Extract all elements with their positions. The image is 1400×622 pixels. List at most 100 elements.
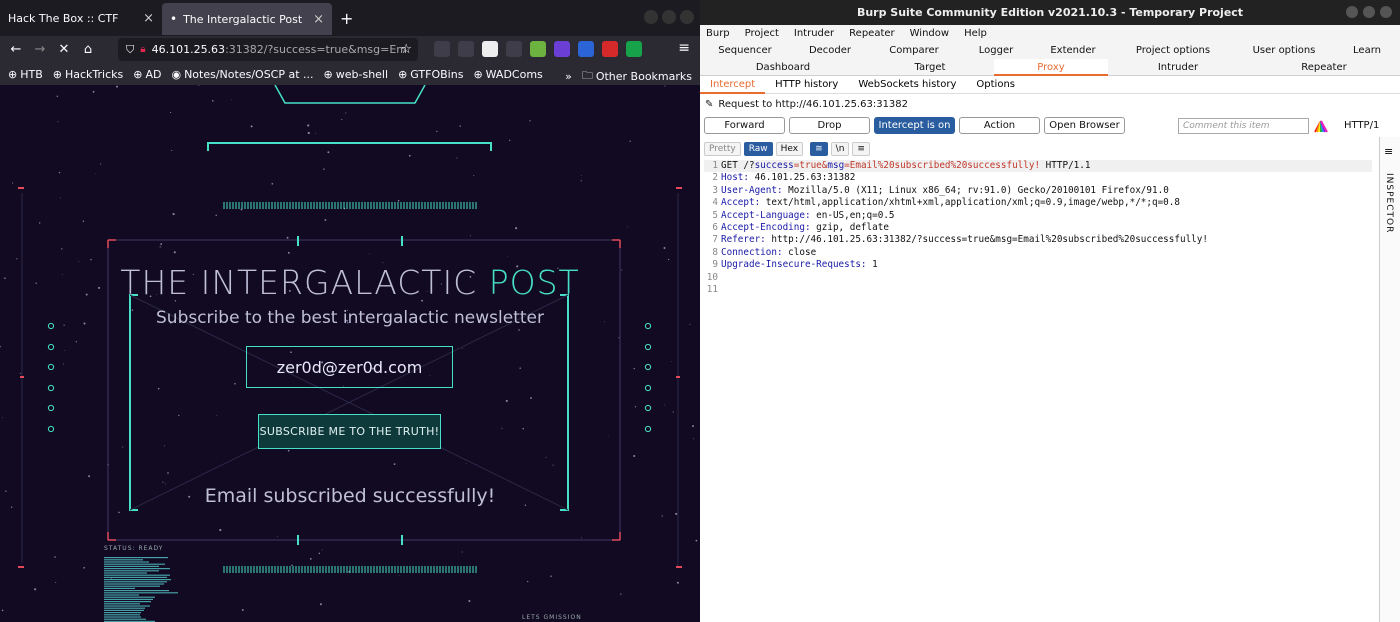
tab-repeater[interactable]: Repeater <box>1248 59 1400 76</box>
subscribe-button[interactable]: SUBSCRIBE ME TO THE TRUTH! <box>258 414 441 449</box>
close-tab-icon[interactable]: × <box>143 11 154 26</box>
menu-help[interactable]: Help <box>964 28 987 39</box>
pocket-icon[interactable] <box>434 41 450 57</box>
star-dot <box>92 90 95 93</box>
globe-icon: ⊕ <box>133 67 143 81</box>
subtab-intercept[interactable]: Intercept <box>700 76 766 94</box>
request-text: text/html,application/xhtml+xml,applicat… <box>760 197 1180 209</box>
forward-arrow-icon[interactable]: → <box>28 42 52 57</box>
tab-hack-the-box[interactable]: Hack The Box :: CTF × <box>0 0 162 36</box>
line-number: 5 <box>712 209 718 221</box>
z-icon[interactable] <box>482 41 498 57</box>
open-browser-button[interactable]: Open Browser <box>1044 117 1125 134</box>
hex-toggle[interactable]: Hex <box>775 142 804 156</box>
minimize-icon[interactable] <box>644 10 658 24</box>
bookmark-web-shell[interactable]: ⊕ web-shell <box>324 68 389 81</box>
menu-window[interactable]: Window <box>910 28 949 39</box>
tab-user-options[interactable]: User options <box>1234 42 1334 59</box>
star-dot <box>671 360 672 362</box>
action-button[interactable]: Action <box>959 117 1040 134</box>
other-bookmarks[interactable]: 🗀 Other Bookmarks <box>582 67 692 85</box>
intercept-toggle-button[interactable]: Intercept is on <box>874 117 955 134</box>
tab-intergalactic-post[interactable]: • The Intergalactic Post × <box>162 3 332 35</box>
tab-sequencer[interactable]: Sequencer <box>700 42 790 59</box>
http-version-label[interactable]: HTTP/1 <box>1344 120 1379 131</box>
status-line <box>104 594 139 596</box>
tab-intruder[interactable]: Intruder <box>1108 59 1248 76</box>
grammarly-icon[interactable] <box>626 41 642 57</box>
translate-icon[interactable] <box>578 41 594 57</box>
star-dot <box>56 95 59 98</box>
menu-repeater[interactable]: Repeater <box>849 28 894 39</box>
maximize-icon[interactable] <box>662 10 676 24</box>
subtab-websockets-history[interactable]: WebSockets history <box>848 76 966 94</box>
back-arrow-icon[interactable]: ← <box>4 42 28 57</box>
minimize-icon[interactable] <box>1346 6 1358 18</box>
star-dot <box>459 125 461 127</box>
cube-icon[interactable] <box>554 41 570 57</box>
hand-icon[interactable] <box>602 41 618 57</box>
bookmark-hacktricks[interactable]: ⊕ HackTricks <box>53 68 123 81</box>
bookmark-htb[interactable]: ⊕ HTB <box>8 68 43 81</box>
tab-dashboard[interactable]: Dashboard <box>700 59 866 76</box>
email-field[interactable]: zer0d@zer0d.com <box>246 346 453 388</box>
inspector-panel[interactable]: ≡ INSPECTOR <box>1379 137 1400 622</box>
highlight-color-icon[interactable] <box>1313 119 1329 133</box>
wrap-lines-icon[interactable]: ≅ <box>810 142 828 156</box>
drop-button[interactable]: Drop <box>789 117 870 134</box>
star-dot <box>664 85 666 87</box>
maximize-icon[interactable] <box>1363 6 1375 18</box>
tab-target[interactable]: Target <box>866 59 994 76</box>
bookmark-notes[interactable]: ◉ Notes/Notes/OSCP at ... <box>171 68 313 81</box>
tab-comparer[interactable]: Comparer <box>870 42 958 59</box>
tab-logger[interactable]: Logger <box>958 42 1034 59</box>
bookmark-star-icon[interactable]: ☆ <box>400 42 412 57</box>
home-icon[interactable]: ⌂ <box>76 42 100 57</box>
burp-icon[interactable] <box>530 41 546 57</box>
close-window-icon[interactable] <box>680 10 694 24</box>
tab-label: Hack The Box :: CTF <box>8 11 119 25</box>
star-dot <box>309 558 312 560</box>
new-tab-button[interactable]: + <box>340 9 353 28</box>
comment-input[interactable]: Comment this item <box>1178 118 1309 134</box>
show-newlines-toggle[interactable]: \n <box>830 142 850 156</box>
request-line: 6 Accept-Encoding: gzip, deflate <box>704 222 1372 234</box>
tab-decoder[interactable]: Decoder <box>790 42 870 59</box>
more-bookmarks-icon[interactable]: » <box>565 70 572 83</box>
star-dot <box>61 248 63 250</box>
globe-icon[interactable] <box>506 41 522 57</box>
insecure-lock-icon[interactable]: 🔒︎ <box>140 44 145 55</box>
pencil-icon[interactable]: ✎ <box>705 99 713 110</box>
menu-intruder[interactable]: Intruder <box>794 28 834 39</box>
star-dot <box>34 588 37 591</box>
line-number: 10 <box>706 271 718 283</box>
raw-toggle[interactable]: Raw <box>743 142 773 156</box>
close-window-icon[interactable] <box>1380 6 1392 18</box>
close-tab-icon[interactable]: × <box>313 12 324 27</box>
hamburger-menu-icon[interactable]: ≡ <box>678 40 690 56</box>
tab-learn[interactable]: Learn <box>1334 42 1400 59</box>
status-line <box>104 574 170 576</box>
bookmark-wadcoms[interactable]: ⊕ WADComs <box>473 68 542 81</box>
shield-icon[interactable]: ⛉ <box>126 43 134 57</box>
status-line <box>104 592 178 594</box>
star-dot <box>323 168 325 170</box>
tab-proxy[interactable]: Proxy <box>994 59 1108 76</box>
url-bar[interactable]: ⛉ 🔒︎ 46.101.25.63:31382/?success=true&ms… <box>118 38 418 61</box>
subtab-http-history[interactable]: HTTP history <box>765 76 848 94</box>
pretty-toggle[interactable]: Pretty <box>704 142 741 156</box>
menu-project[interactable]: Project <box>745 28 779 39</box>
stop-loading-icon[interactable]: ✕ <box>52 42 76 57</box>
tab-project-options[interactable]: Project options <box>1112 42 1234 59</box>
request-editor[interactable]: 1 GET /? success =true& msg =Email%20subscrib… <box>704 160 1372 622</box>
subtab-options[interactable]: Options <box>966 76 1025 94</box>
bookmark-ad[interactable]: ⊕ AD <box>133 68 161 81</box>
bookmark-gtfobins[interactable]: ⊕ GTFOBins <box>398 68 463 81</box>
download-icon[interactable] <box>458 41 474 57</box>
tab-extender[interactable]: Extender <box>1034 42 1112 59</box>
inspector-menu-icon[interactable]: ≡ <box>1384 145 1393 158</box>
forward-button[interactable]: Forward <box>704 117 785 134</box>
star-dot <box>85 293 88 296</box>
menu-burp[interactable]: Burp <box>706 28 730 39</box>
menu-icon[interactable]: ≡ <box>852 142 870 156</box>
